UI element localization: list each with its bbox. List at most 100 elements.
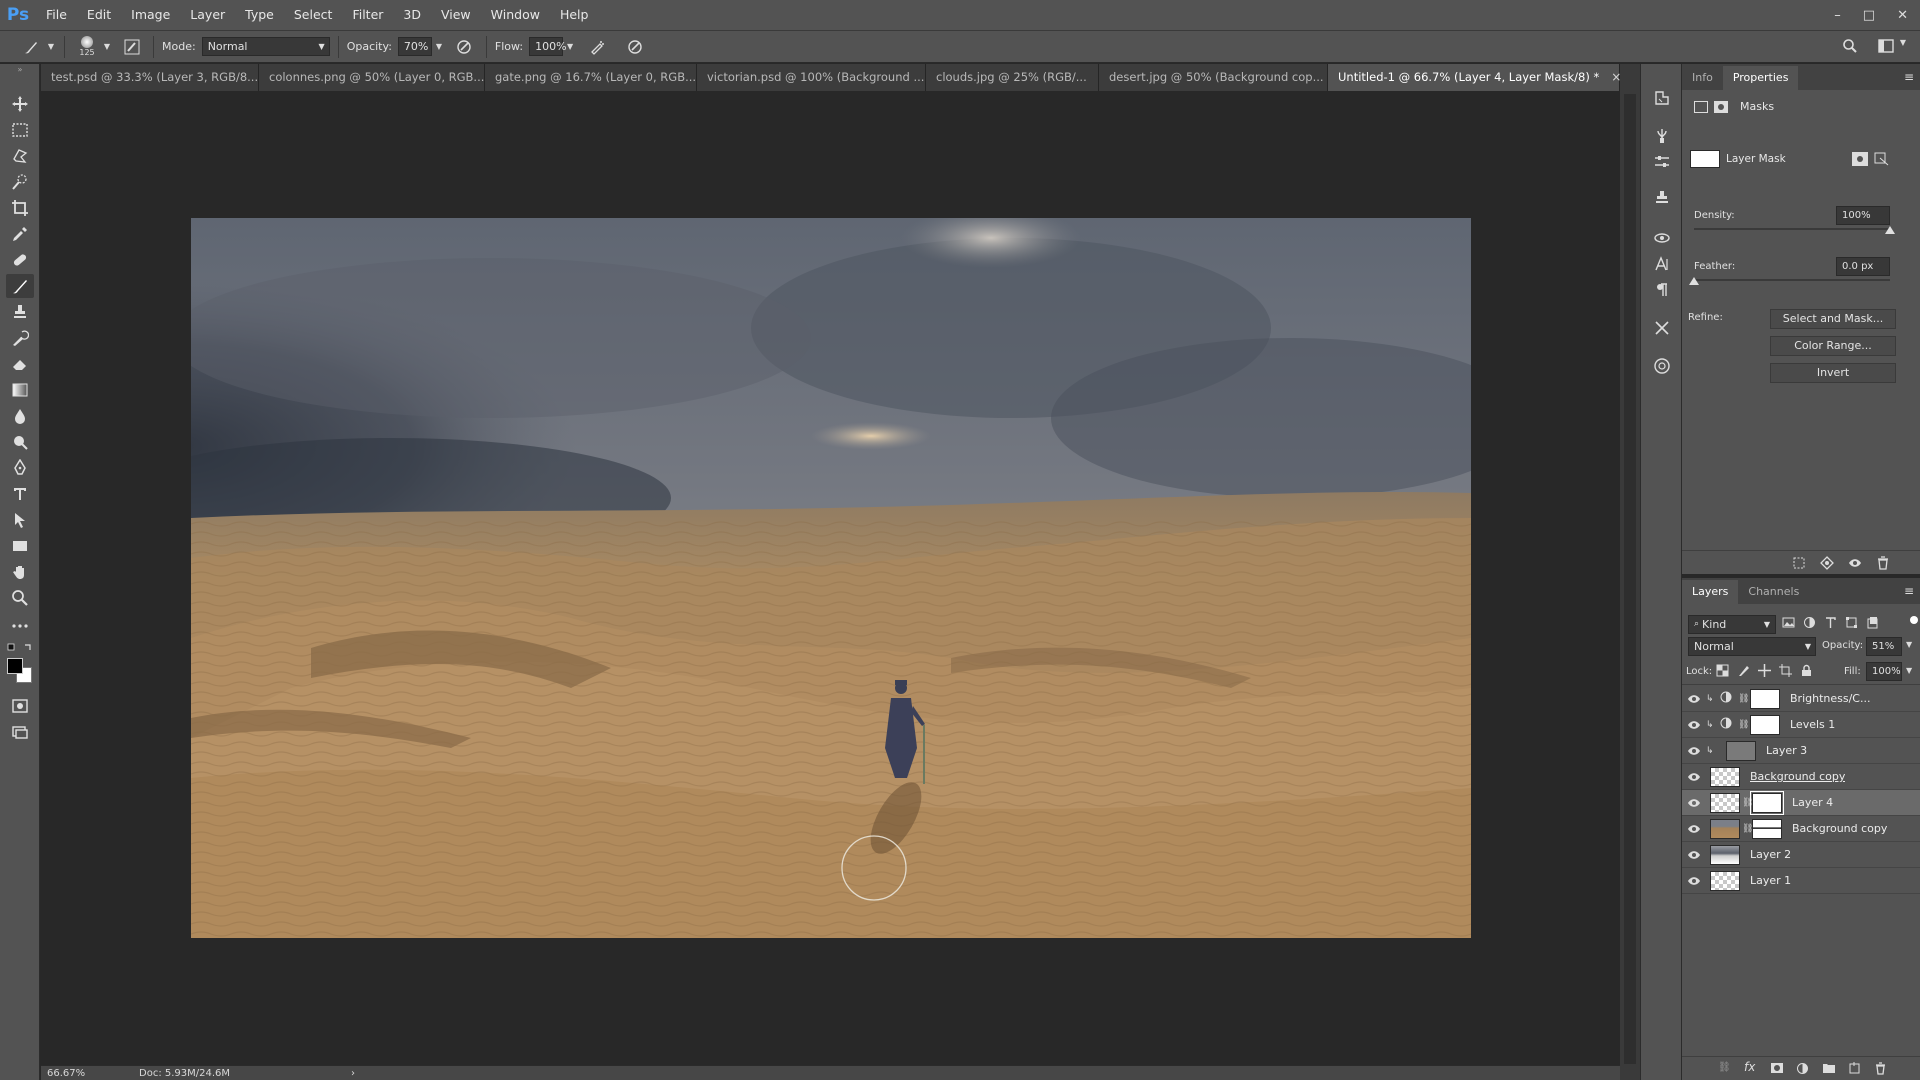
lock-all-icon[interactable] bbox=[1800, 664, 1813, 677]
vertical-scrollbar[interactable] bbox=[1620, 64, 1640, 1080]
layer-mask-thumbnail[interactable] bbox=[1750, 790, 1784, 815]
filter-kind-select[interactable]: ⌕ Kind ▼ bbox=[1688, 615, 1776, 634]
tab-test-psd[interactable]: test.psd @ 33.3% (Layer 3, RGB/8...× bbox=[41, 64, 280, 91]
3d-panel-icon[interactable] bbox=[1652, 228, 1672, 248]
layer-row-layer-4[interactable]: ⛓ Layer 4 bbox=[1682, 790, 1920, 816]
quick-selection-tool-icon[interactable] bbox=[6, 170, 34, 194]
character-panel-icon[interactable] bbox=[1652, 254, 1672, 274]
load-selection-icon[interactable] bbox=[1792, 556, 1806, 573]
gradient-tool-icon[interactable] bbox=[6, 378, 34, 402]
paragraph-panel-icon[interactable] bbox=[1652, 280, 1672, 300]
canvas-area[interactable] bbox=[41, 91, 1620, 1065]
minimize-button[interactable]: – bbox=[1834, 8, 1841, 23]
visibility-eye-icon[interactable] bbox=[1682, 694, 1706, 704]
layer-row-layer-1[interactable]: Layer 1 bbox=[1682, 868, 1920, 894]
swap-colors-icon[interactable] bbox=[6, 642, 34, 654]
chevron-down-icon[interactable]: ▼ bbox=[432, 42, 446, 51]
link-chain-icon[interactable]: ⛓ bbox=[1738, 694, 1749, 704]
tab-channels[interactable]: Channels bbox=[1738, 580, 1809, 604]
chevron-down-icon[interactable]: ▼ bbox=[1898, 38, 1908, 47]
search-icon[interactable] bbox=[1840, 38, 1860, 54]
layer-mask-thumbnail[interactable] bbox=[1750, 688, 1780, 709]
scroll-track[interactable] bbox=[1624, 94, 1636, 1064]
airbrush-icon[interactable] bbox=[583, 39, 611, 55]
layer-thumbnail[interactable] bbox=[1710, 844, 1740, 865]
move-tool-icon[interactable] bbox=[6, 92, 34, 116]
layer-row-layer-3[interactable]: ↳ Layer 3 bbox=[1682, 738, 1920, 764]
feather-slider[interactable] bbox=[1694, 279, 1890, 281]
eyedropper-tool-icon[interactable] bbox=[6, 222, 34, 246]
panel-menu-icon[interactable]: ≡ bbox=[1904, 584, 1914, 598]
layer-mask-thumbnail[interactable] bbox=[1752, 818, 1782, 839]
layer-thumbnail[interactable] bbox=[1710, 766, 1740, 787]
pen-tool-icon[interactable] bbox=[6, 456, 34, 480]
layer-row-brightness[interactable]: ↳ ⛓ Brightness/C... bbox=[1682, 686, 1920, 712]
tab-info[interactable]: Info bbox=[1682, 66, 1723, 90]
adjustments-icon[interactable] bbox=[1652, 152, 1672, 172]
quick-mask-icon[interactable] bbox=[6, 694, 34, 718]
link-chain-icon[interactable]: ⛓ bbox=[1742, 798, 1753, 808]
layer-thumbnail[interactable] bbox=[1710, 792, 1740, 813]
layer-thumbnail[interactable] bbox=[1710, 818, 1740, 839]
brush-size-picker[interactable]: 125 bbox=[73, 36, 101, 57]
filter-adjustment-icon[interactable] bbox=[1803, 616, 1816, 629]
menu-layer[interactable]: Layer bbox=[180, 0, 235, 30]
lock-pixels-icon[interactable] bbox=[1737, 664, 1750, 677]
color-range-button[interactable]: Color Range... bbox=[1770, 336, 1896, 356]
delete-mask-icon[interactable] bbox=[1876, 556, 1890, 573]
visibility-eye-icon[interactable] bbox=[1682, 824, 1706, 834]
marquee-tool-icon[interactable] bbox=[6, 118, 34, 142]
foreground-color-swatch[interactable] bbox=[7, 658, 23, 674]
mode-select[interactable]: Normal ▼ bbox=[201, 37, 330, 56]
restore-button[interactable]: □ bbox=[1863, 8, 1875, 23]
menu-file[interactable]: File bbox=[36, 0, 77, 30]
filter-type-icon[interactable] bbox=[1824, 616, 1837, 629]
rectangle-tool-icon[interactable] bbox=[6, 534, 34, 558]
more-tools-icon[interactable] bbox=[6, 614, 34, 638]
new-adjustment-icon[interactable] bbox=[1796, 1062, 1809, 1078]
tab-desert-jpg[interactable]: desert.jpg @ 50% (Background cop...× bbox=[1099, 64, 1346, 91]
clone-source-icon[interactable] bbox=[1652, 188, 1672, 208]
link-layers-icon[interactable]: ⛓ bbox=[1718, 1062, 1731, 1073]
hand-tool-icon[interactable] bbox=[6, 560, 34, 584]
path-selection-tool-icon[interactable] bbox=[6, 508, 34, 532]
filter-smart-object-icon[interactable] bbox=[1866, 616, 1879, 629]
feather-field[interactable]: 0.0 px bbox=[1836, 257, 1890, 276]
brush-tool-icon[interactable] bbox=[6, 274, 34, 298]
tab-clouds-jpg[interactable]: clouds.jpg @ 25% (RGB/...× bbox=[926, 64, 1109, 91]
chevron-down-icon[interactable]: ▼ bbox=[1906, 640, 1912, 649]
visibility-eye-icon[interactable] bbox=[1682, 850, 1706, 860]
brush-settings-icon[interactable] bbox=[1652, 126, 1672, 146]
flow-field[interactable]: 100% bbox=[529, 37, 567, 56]
lasso-tool-icon[interactable] bbox=[6, 144, 34, 168]
eraser-tool-icon[interactable] bbox=[6, 352, 34, 376]
tab-untitled-1[interactable]: Untitled-1 @ 66.7% (Layer 4, Layer Mask/… bbox=[1328, 64, 1621, 91]
visibility-eye-icon[interactable] bbox=[1682, 772, 1706, 782]
collapse-arrows-icon[interactable]: » bbox=[6, 64, 34, 74]
close-window-button[interactable]: ✕ bbox=[1897, 8, 1908, 23]
healing-brush-tool-icon[interactable] bbox=[6, 248, 34, 272]
add-mask-icon[interactable] bbox=[1770, 1062, 1784, 1077]
link-chain-icon[interactable]: ⛓ bbox=[1742, 824, 1753, 834]
visibility-eye-icon[interactable] bbox=[1682, 876, 1706, 886]
select-and-mask-button[interactable]: Select and Mask... bbox=[1770, 309, 1896, 329]
history-panel-icon[interactable] bbox=[1652, 88, 1672, 108]
lock-position-icon[interactable] bbox=[1758, 664, 1771, 677]
menu-image[interactable]: Image bbox=[121, 0, 180, 30]
link-chain-icon[interactable]: ⛓ bbox=[1738, 720, 1749, 730]
panel-menu-icon[interactable]: ≡ bbox=[1904, 70, 1914, 84]
visibility-eye-icon[interactable] bbox=[1682, 798, 1706, 808]
invert-button[interactable]: Invert bbox=[1770, 363, 1896, 383]
layer-opacity-field[interactable]: 51% bbox=[1866, 637, 1902, 656]
layer-row-layer-2[interactable]: Layer 2 bbox=[1682, 842, 1920, 868]
tab-layers[interactable]: Layers bbox=[1682, 580, 1739, 604]
layer-row-levels[interactable]: ↳ ⛓ Levels 1 bbox=[1682, 712, 1920, 738]
crop-tool-icon[interactable] bbox=[6, 196, 34, 220]
density-slider[interactable] bbox=[1694, 228, 1890, 230]
density-slider-thumb[interactable] bbox=[1885, 226, 1895, 234]
pressure-opacity-icon[interactable] bbox=[450, 39, 478, 55]
blend-mode-select[interactable]: Normal ▼ bbox=[1688, 637, 1816, 656]
clone-stamp-tool-icon[interactable] bbox=[6, 300, 34, 324]
tab-gate-png[interactable]: gate.png @ 16.7% (Layer 0, RGB...× bbox=[485, 64, 718, 91]
new-group-folder-icon[interactable] bbox=[1822, 1062, 1836, 1077]
